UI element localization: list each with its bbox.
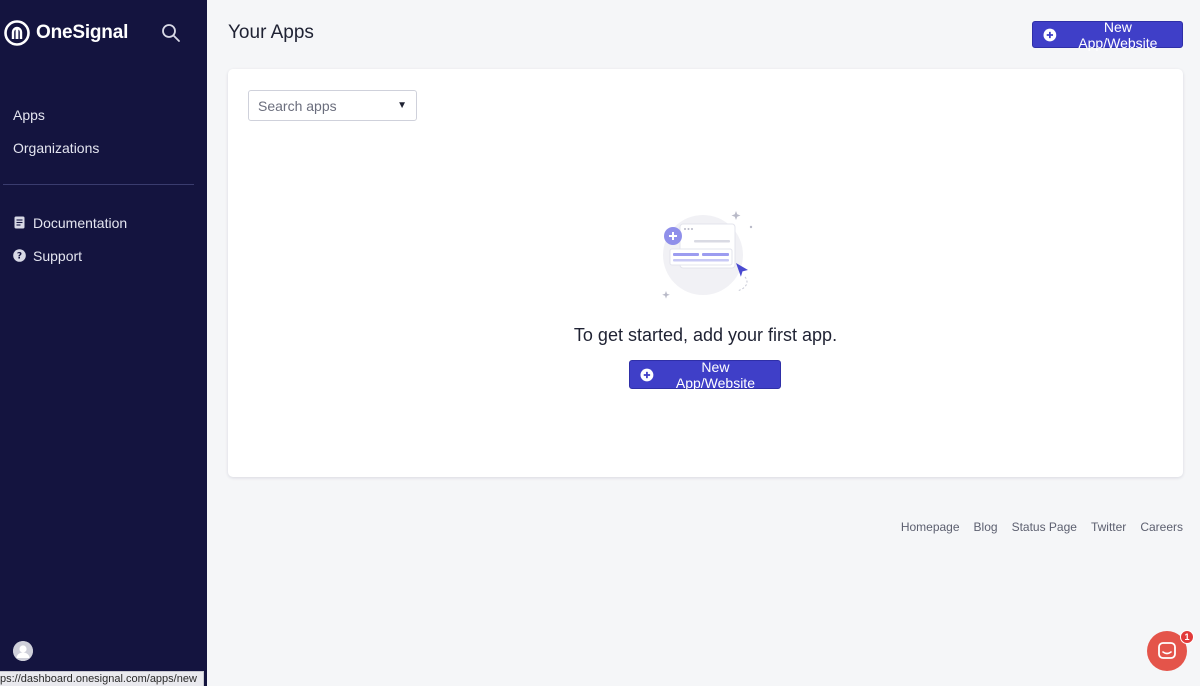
plus-circle-icon bbox=[640, 368, 654, 381]
plus-circle-icon bbox=[1043, 28, 1057, 41]
chat-notification-badge: 1 bbox=[1180, 630, 1194, 644]
document-icon bbox=[14, 216, 25, 229]
sidebar-item-label: Organizations bbox=[13, 139, 100, 156]
svg-text:?: ? bbox=[17, 252, 22, 262]
new-app-button-label: New App/Website bbox=[1078, 18, 1158, 51]
apps-card: Search apps ▼ To get started, add your f… bbox=[228, 69, 1183, 477]
user-icon bbox=[13, 641, 33, 661]
new-app-button[interactable]: New App/Website bbox=[1032, 18, 1183, 51]
new-app-center-button[interactable]: New App/Website bbox=[629, 358, 781, 391]
status-bar-url: ps://dashboard.onesignal.com/apps/new bbox=[0, 671, 204, 686]
footer-link-blog[interactable]: Blog bbox=[974, 520, 998, 534]
sidebar-item-label: Support bbox=[33, 247, 83, 264]
sidebar-item-label: Documentation bbox=[33, 214, 128, 231]
secondary-nav: Documentation ? Support bbox=[13, 206, 127, 272]
sidebar-item-documentation[interactable]: Documentation bbox=[13, 206, 127, 239]
sidebar-item-apps[interactable]: Apps bbox=[13, 98, 99, 131]
new-app-center-button-label: New App/Website bbox=[675, 358, 755, 391]
sidebar: OneSignal Apps Organizations Documentati… bbox=[0, 0, 207, 686]
sidebar-item-label: Apps bbox=[13, 106, 45, 123]
footer-link-status-page[interactable]: Status Page bbox=[1012, 520, 1077, 534]
footer-links: Homepage Blog Status Page Twitter Career… bbox=[901, 520, 1183, 534]
search-icon[interactable] bbox=[161, 23, 181, 43]
brand-name: OneSignal bbox=[36, 22, 129, 43]
empty-state-illustration bbox=[662, 211, 753, 299]
footer-link-careers[interactable]: Careers bbox=[1140, 520, 1183, 534]
primary-nav: Apps Organizations bbox=[13, 98, 99, 164]
empty-state-message: To get started, add your first app. bbox=[573, 325, 838, 345]
brand[interactable]: OneSignal bbox=[4, 20, 128, 46]
search-apps-select[interactable]: Search apps ▼ bbox=[248, 90, 417, 121]
avatar[interactable] bbox=[13, 641, 33, 661]
footer-link-homepage[interactable]: Homepage bbox=[901, 520, 960, 534]
sidebar-item-support[interactable]: ? Support bbox=[13, 239, 127, 272]
help-circle-icon: ? bbox=[13, 249, 26, 262]
sidebar-divider bbox=[3, 184, 194, 185]
onesignal-logo-icon bbox=[4, 20, 30, 46]
sidebar-item-organizations[interactable]: Organizations bbox=[13, 131, 99, 164]
chat-icon bbox=[1158, 642, 1176, 659]
page-title: Your Apps bbox=[228, 22, 314, 43]
footer-link-twitter[interactable]: Twitter bbox=[1091, 520, 1126, 534]
search-apps-placeholder: Search apps bbox=[258, 97, 337, 114]
caret-down-icon: ▼ bbox=[397, 100, 407, 111]
